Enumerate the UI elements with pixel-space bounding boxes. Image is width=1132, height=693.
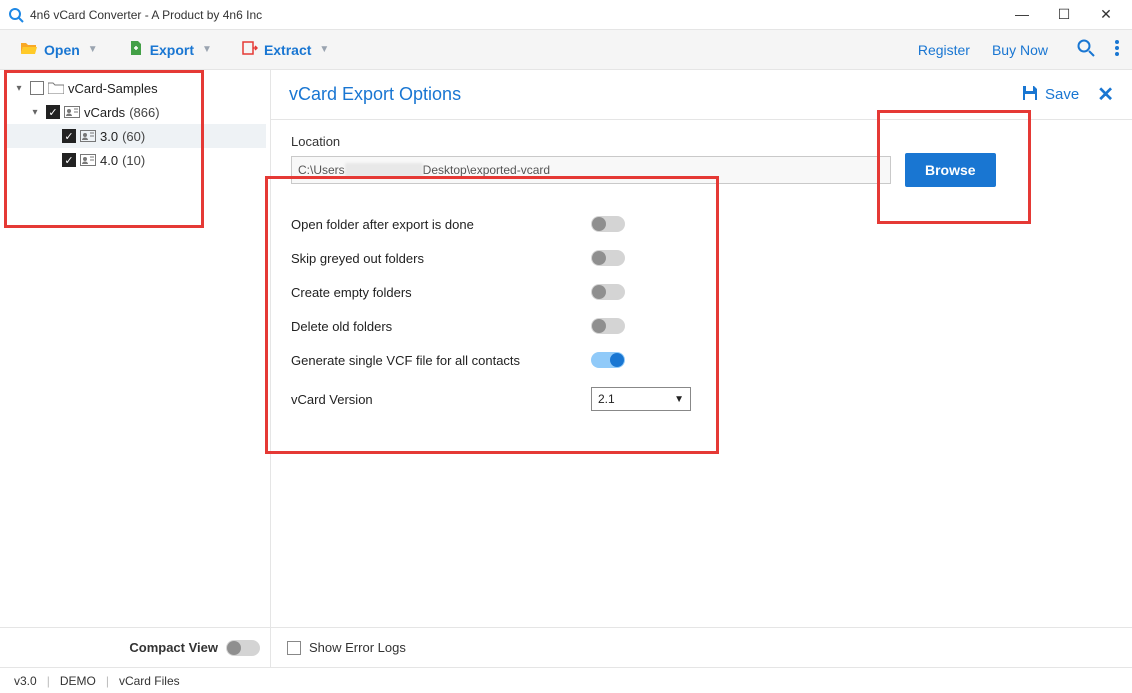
show-error-logs-checkbox[interactable] [287,641,301,655]
register-link[interactable]: Register [918,42,970,58]
vcard-version-select[interactable]: 2.1 ▼ [591,387,691,411]
option-label: Create empty folders [291,285,591,300]
overflow-menu-icon[interactable] [1114,38,1120,61]
location-prefix: C:\Users [298,163,345,177]
toggle-create-empty[interactable] [591,284,625,300]
chevron-down-icon: ▼ [202,44,212,55]
open-button[interactable]: Open ▼ [12,36,106,63]
location-input[interactable]: C:\Users Desktop\exported-vcard [291,156,891,184]
version-value: 2.1 [598,392,615,406]
browse-button[interactable]: Browse [905,153,996,187]
redacted-segment [345,163,423,177]
toggle-delete-old[interactable] [591,318,625,334]
app-icon [8,7,24,23]
tree-node-v40[interactable]: ✓ 4.0 (10) [4,148,266,172]
extract-button[interactable]: Extract ▼ [234,36,337,63]
collapse-icon[interactable]: ▾ [28,107,42,118]
collapse-icon[interactable]: ▾ [12,83,26,94]
tree-label: vCards [84,105,125,120]
export-icon [128,40,144,59]
option-open-folder: Open folder after export is done [291,207,1112,241]
tree-node-root[interactable]: ▾ vCard-Samples [4,76,266,100]
toggle-single-vcf[interactable] [591,352,625,368]
status-version: v3.0 [14,674,37,688]
vcard-icon [64,105,80,119]
show-error-logs-label: Show Error Logs [309,640,406,655]
option-delete-old: Delete old folders [291,309,1112,343]
option-label: Generate single VCF file for all contact… [291,353,591,368]
option-label: Skip greyed out folders [291,251,591,266]
location-suffix: Desktop\exported-vcard [423,163,550,177]
tree-node-vcards[interactable]: ▾ ✓ vCards (866) [4,100,266,124]
tree-node-v30[interactable]: ✓ 3.0 (60) [4,124,266,148]
option-label: Delete old folders [291,319,591,334]
chevron-down-icon: ▼ [88,44,98,55]
status-mode: DEMO [60,674,96,688]
panel-body: Location C:\Users Desktop\exported-vcard… [271,120,1132,627]
toggle-open-folder[interactable] [591,216,625,232]
checkbox[interactable]: ✓ [62,129,76,143]
checkbox[interactable] [30,81,44,95]
tree-label: 4.0 [100,153,118,168]
tree-count: (10) [122,153,145,168]
save-label: Save [1045,86,1079,103]
compact-view-label: Compact View [129,640,218,655]
sidebar-footer: Compact View [0,627,270,667]
location-row: C:\Users Desktop\exported-vcard Browse [291,153,1112,187]
option-skip-greyed: Skip greyed out folders [291,241,1112,275]
close-panel-button[interactable]: ✕ [1097,82,1114,107]
folder-open-icon [20,40,38,59]
checkbox[interactable]: ✓ [62,153,76,167]
panel-title: vCard Export Options [289,84,1021,105]
option-single-vcf: Generate single VCF file for all contact… [291,343,1112,377]
toolbar: Open ▼ Export ▼ Extract ▼ Register Buy N… [0,30,1132,70]
location-label: Location [291,134,1112,149]
folder-icon [48,81,64,95]
extract-icon [242,40,258,59]
tree-count: (60) [122,129,145,144]
content-panel: vCard Export Options Save ✕ Location C:\… [271,70,1132,667]
extract-label: Extract [264,42,311,58]
buy-now-link[interactable]: Buy Now [992,42,1048,58]
checkbox[interactable]: ✓ [46,105,60,119]
window-title: 4n6 vCard Converter - A Product by 4n6 I… [30,8,1010,22]
option-label: Open folder after export is done [291,217,591,232]
maximize-button[interactable]: ☐ [1052,6,1076,23]
tree-label: vCard-Samples [68,81,158,96]
content-footer: Show Error Logs [271,627,1132,667]
panel-header: vCard Export Options Save ✕ [271,70,1132,120]
vcard-icon [80,153,96,167]
search-icon[interactable] [1076,38,1096,61]
open-label: Open [44,42,80,58]
compact-view-toggle[interactable] [226,640,260,656]
option-create-empty: Create empty folders [291,275,1112,309]
minimize-button[interactable]: — [1010,6,1034,23]
toggle-skip-greyed[interactable] [591,250,625,266]
tree-label: 3.0 [100,129,118,144]
save-button[interactable]: Save [1021,84,1079,106]
tree-count: (866) [129,105,159,120]
vcard-icon [80,129,96,143]
chevron-down-icon: ▼ [674,394,684,405]
status-context: vCard Files [119,674,180,688]
separator: | [47,674,50,688]
save-icon [1021,84,1039,106]
titlebar: 4n6 vCard Converter - A Product by 4n6 I… [0,0,1132,30]
vcard-version-row: vCard Version 2.1 ▼ [291,387,1112,411]
close-button[interactable]: ✕ [1094,6,1118,23]
export-button[interactable]: Export ▼ [120,36,220,63]
export-label: Export [150,42,194,58]
main-area: ▾ vCard-Samples ▾ ✓ vCards (866) ✓ [0,70,1132,667]
chevron-down-icon: ▼ [319,44,329,55]
window-controls: — ☐ ✕ [1010,6,1124,23]
folder-tree: ▾ vCard-Samples ▾ ✓ vCards (866) ✓ [0,70,270,627]
sidebar: ▾ vCard-Samples ▾ ✓ vCards (866) ✓ [0,70,271,667]
version-label: vCard Version [291,392,591,407]
separator: | [106,674,109,688]
statusbar: v3.0 | DEMO | vCard Files [0,667,1132,693]
